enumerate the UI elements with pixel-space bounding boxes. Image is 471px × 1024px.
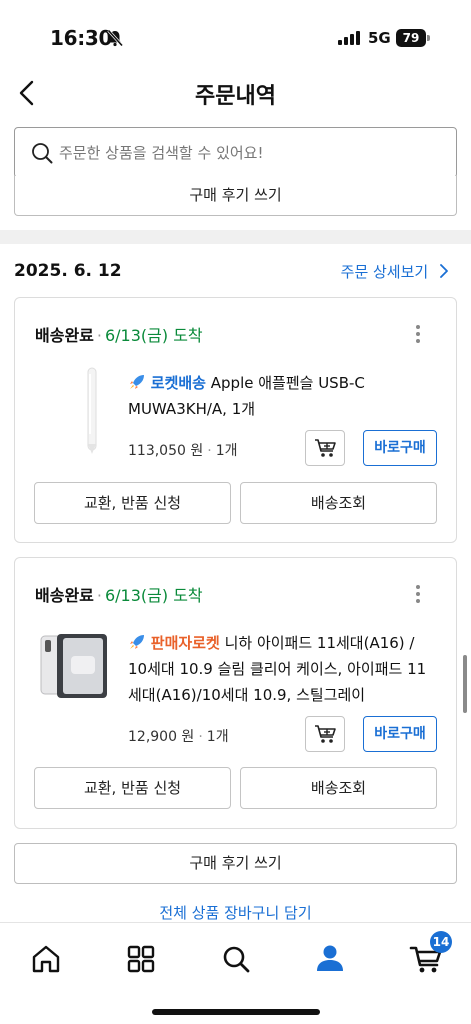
order-detail-label: 주문 상세보기 (340, 263, 429, 281)
signal-icon (338, 31, 360, 45)
section-divider (0, 230, 471, 244)
order-item-card: 배송완료 · 6/13(금) 도착 판매자로켓 니하 아이패드 11세대(A16) … (14, 557, 457, 829)
search-icon[interactable] (216, 939, 256, 979)
cart-count-badge: 14 (430, 931, 452, 953)
arrival-date: 6/13(금) 도착 (104, 586, 203, 605)
separator-dot: · (96, 326, 102, 345)
product-price: 113,050 원 · 1개 (128, 443, 238, 459)
buy-now-button[interactable]: 바로구매 (363, 716, 437, 752)
person-icon[interactable] (310, 939, 350, 979)
track-delivery-button[interactable]: 배송조회 (240, 767, 437, 809)
quantity: 1개 (206, 729, 229, 745)
header: 주문내역 (0, 70, 471, 114)
rocket-icon (130, 375, 144, 389)
add-all-to-cart-link[interactable]: 전체 상품 장바구니 담기 (0, 902, 471, 923)
arrival-date: 6/13(금) 도착 (104, 326, 203, 345)
price-value: 113,050 원 (128, 443, 204, 459)
product-name[interactable]: 판매자로켓 니하 아이패드 11세대(A16) / 10세대 10.9 슬림 클… (128, 630, 438, 708)
product-image-ipad-case[interactable] (35, 624, 125, 714)
exchange-return-button[interactable]: 교환, 반품 신청 (34, 482, 231, 524)
quantity: 1개 (215, 443, 238, 459)
order-detail-link[interactable]: 주문 상세보기 (341, 261, 449, 282)
search-box[interactable] (14, 127, 457, 178)
page-title: 주문내역 (195, 84, 276, 109)
product-image-apple-pencil[interactable] (35, 364, 125, 454)
order-date: 2025. 6. 12 (14, 261, 122, 281)
add-to-cart-button[interactable] (305, 716, 345, 752)
status-time: 16:30 (50, 26, 113, 50)
exchange-return-button[interactable]: 교환, 반품 신청 (34, 767, 231, 809)
status-label: 배송완료 (35, 586, 94, 605)
write-review-button[interactable]: 구매 후기 쓰기 (14, 176, 457, 216)
bell-off-icon (107, 29, 124, 47)
product-name[interactable]: 로켓배송 Apple 애플펜슬 USB-C MUWA3KH/A, 1개 (128, 370, 438, 422)
rocket-icon (130, 635, 144, 649)
seller-rocket-badge: 판매자로켓 (150, 634, 220, 652)
cart-plus-icon (315, 725, 336, 743)
more-options-icon[interactable] (408, 322, 428, 346)
battery-cap (427, 35, 430, 41)
status-bar: 16:30 5G 79 (0, 0, 471, 70)
cart-plus-icon (315, 439, 336, 457)
price-value: 12,900 원 (128, 729, 195, 745)
network-type: 5G (368, 29, 391, 47)
battery-level: 79 (396, 29, 426, 47)
more-options-icon[interactable] (408, 582, 428, 606)
write-review-button[interactable]: 구매 후기 쓰기 (14, 843, 457, 884)
search-input[interactable] (59, 140, 439, 166)
chevron-right-icon (440, 264, 448, 278)
buy-now-button[interactable]: 바로구매 (363, 430, 437, 466)
track-delivery-button[interactable]: 배송조회 (240, 482, 437, 524)
search-icon (32, 143, 53, 164)
product-price: 12,900 원 · 1개 (128, 729, 229, 745)
status-label: 배송완료 (35, 326, 94, 345)
home-icon[interactable] (26, 939, 66, 979)
add-to-cart-button[interactable] (305, 430, 345, 466)
delivery-status: 배송완료 · 6/13(금) 도착 (35, 322, 203, 346)
separator-dot: · (96, 586, 102, 605)
grid-icon[interactable] (121, 939, 161, 979)
delivery-status: 배송완료 · 6/13(금) 도착 (35, 582, 203, 606)
scrollbar[interactable] (463, 655, 467, 713)
order-item-card: 배송완료 · 6/13(금) 도착 로켓배송 Apple 애플펜슬 USB-C MU… (14, 297, 457, 543)
rocket-delivery-badge: 로켓배송 (150, 374, 206, 392)
home-indicator[interactable] (152, 1009, 320, 1015)
